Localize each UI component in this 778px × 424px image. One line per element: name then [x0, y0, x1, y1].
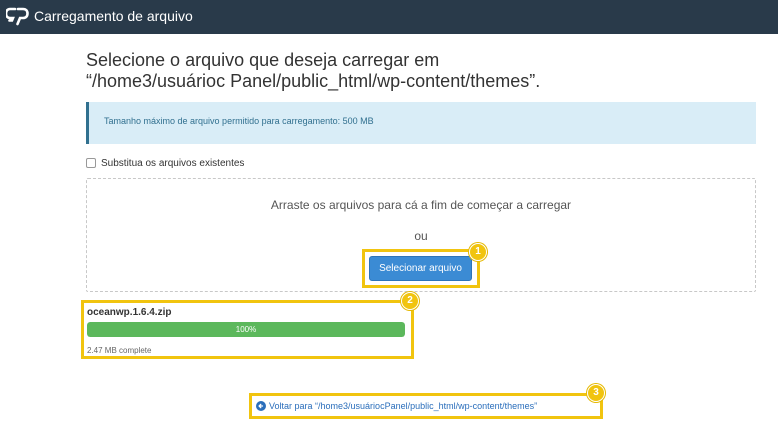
upload-progress-text: 100%	[235, 325, 257, 334]
callout-badge-1: 1	[469, 243, 487, 261]
app-title: Carregamento de arquivo	[34, 8, 193, 24]
upload-status-text: 2.47 MB complete	[87, 346, 152, 355]
page-title: Selecione o arquivo que deseja carregar …	[86, 50, 606, 92]
upload-progress-bar: 100%	[87, 322, 405, 337]
overwrite-label: Substitua os arquivos existentes	[101, 157, 245, 169]
top-bar: Carregamento de arquivo	[0, 0, 778, 34]
back-link-text: Voltar para “/home3/usuáriocPanel/public…	[269, 401, 538, 411]
select-file-button[interactable]: Selecionar arquivo	[369, 256, 472, 281]
arrow-left-circle-icon	[256, 401, 266, 411]
drop-zone-text: Arraste os arquivos para cá a fim de com…	[270, 198, 572, 212]
page-title-line-1: Selecione o arquivo que deseja carregar …	[86, 50, 440, 70]
max-size-info-text: Tamanho máximo de arquivo permitido para…	[104, 116, 374, 126]
back-link[interactable]: Voltar para “/home3/usuáriocPanel/public…	[256, 400, 537, 412]
callout-badge-2: 2	[401, 292, 419, 310]
max-size-info-box: Tamanho máximo de arquivo permitido para…	[86, 102, 756, 144]
overwrite-checkbox[interactable]	[86, 158, 96, 168]
drop-zone-or-text: ou	[414, 229, 428, 243]
overwrite-option[interactable]: Substitua os arquivos existentes	[86, 156, 244, 170]
upload-file-name: oceanwp.1.6.4.zip	[87, 307, 172, 318]
page-title-line-2: “/home3/usuárioc Panel/public_html/wp-co…	[86, 71, 541, 91]
callout-badge-3: 3	[587, 384, 605, 402]
cpanel-logo-icon	[6, 7, 29, 26]
